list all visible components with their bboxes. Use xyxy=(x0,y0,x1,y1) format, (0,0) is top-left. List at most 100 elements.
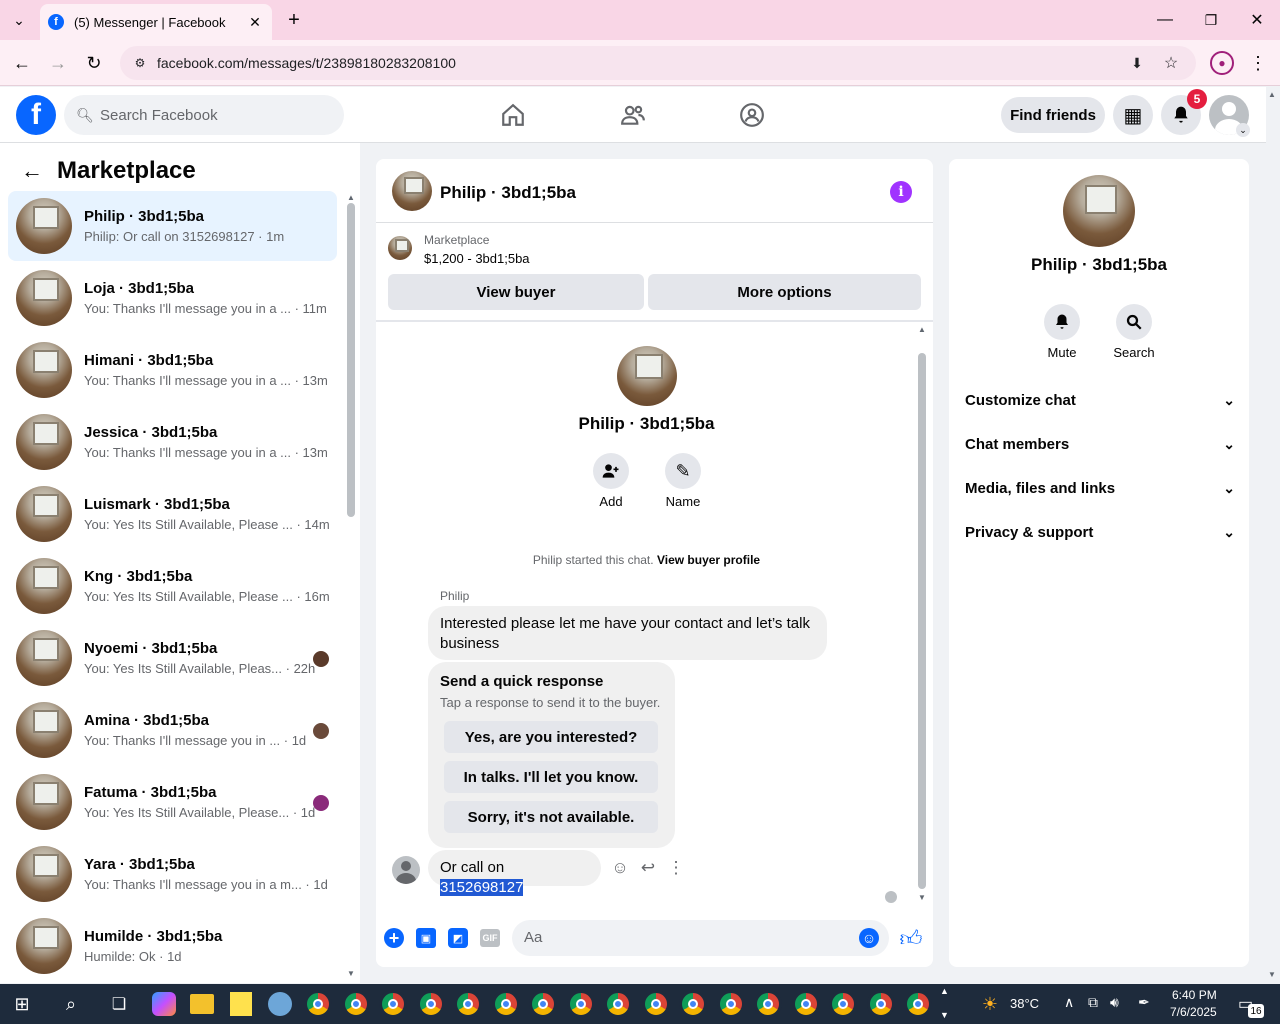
quick-response-in-talks-button[interactable]: In talks. I'll let you know. xyxy=(444,761,658,793)
sender-avatar[interactable] xyxy=(392,856,420,884)
home-nav-icon[interactable] xyxy=(496,99,530,131)
quick-response-yes-button[interactable]: Yes, are you interested? xyxy=(444,721,658,753)
close-tab-icon[interactable]: ✕ xyxy=(246,13,264,31)
page-scroll-up-icon[interactable]: ▲ xyxy=(1268,90,1276,99)
chat-avatar[interactable] xyxy=(392,171,432,211)
notifications-button[interactable]: 5 xyxy=(1161,89,1207,135)
customize-chat-row[interactable]: Customize chat ⌄ xyxy=(965,378,1235,422)
task-view-icon[interactable]: ❏ xyxy=(108,993,130,1015)
copilot-icon[interactable] xyxy=(152,992,176,1016)
conversation-item[interactable]: Nyoemi · 3bd1;5ba You: Yes Its Still Avai… xyxy=(8,623,337,693)
chrome-window-icon[interactable] xyxy=(829,990,857,1018)
conversation-item[interactable]: Jessica · 3bd1;5ba You: Thanks I'll messa… xyxy=(8,407,337,477)
browser-tab[interactable]: f (5) Messenger | Facebook ✕ xyxy=(40,4,272,40)
volume-icon[interactable]: 🔊︎ xyxy=(1110,994,1119,1011)
conversation-item[interactable]: Luismark · 3bd1;5ba You: Yes Its Still Av… xyxy=(8,479,337,549)
chrome-window-icon[interactable] xyxy=(791,990,820,1018)
forward-arrow-icon[interactable]: → xyxy=(46,51,70,75)
bookmark-star-icon[interactable]: ☆ xyxy=(1162,54,1180,72)
menu-grid-button[interactable]: ▦ xyxy=(1113,95,1153,135)
chat-scrollbar[interactable] xyxy=(918,353,926,889)
reload-icon[interactable]: ↻ xyxy=(82,51,106,75)
media-files-links-row[interactable]: Media, files and links ⌄ xyxy=(965,466,1235,510)
thumbs-up-icon[interactable]: 👍︎ xyxy=(898,926,924,951)
conversation-item[interactable]: Yara · 3bd1;5ba You: Thanks I'll message … xyxy=(8,839,337,909)
view-buyer-profile-link[interactable]: View buyer profile xyxy=(657,553,760,567)
chat-title[interactable]: Philip · 3bd1;5ba xyxy=(440,183,576,203)
attach-photo-icon[interactable]: ▣ xyxy=(416,928,436,948)
details-avatar[interactable] xyxy=(1063,175,1135,247)
chrome-window-icon[interactable] xyxy=(866,990,895,1018)
chat-members-row[interactable]: Chat members ⌄ xyxy=(965,422,1235,466)
chat-scroll-down-icon[interactable]: ▼ xyxy=(918,893,926,902)
clock-time[interactable]: 6:40 PM xyxy=(1172,988,1217,1002)
reply-arrow-icon[interactable]: ↩ xyxy=(638,858,658,878)
conversation-item[interactable]: Fatuma · 3bd1;5ba You: Yes Its Still Avai… xyxy=(8,767,337,837)
scroll-down-icon[interactable]: ▼ xyxy=(347,969,355,978)
back-arrow-icon[interactable]: ← xyxy=(10,51,34,75)
pen-icon[interactable]: ✒ xyxy=(1138,994,1150,1011)
chrome-window-icon[interactable] xyxy=(341,990,370,1018)
chrome-window-icon[interactable] xyxy=(641,990,670,1018)
conversation-item[interactable]: Kng · 3bd1;5ba You: Yes Its Still Availab… xyxy=(8,551,337,621)
taskbar-scroll-up-icon[interactable]: ▲ xyxy=(940,986,949,996)
search-facebook-input[interactable]: 🔍︎ Search Facebook xyxy=(64,95,344,135)
sticker-icon[interactable]: ◩ xyxy=(448,928,468,948)
profile-icon[interactable]: ● xyxy=(1210,51,1234,75)
taskbar-search-icon[interactable]: ⌕ xyxy=(60,993,82,1015)
sticky-notes-icon[interactable] xyxy=(230,992,252,1016)
conversation-item[interactable]: Loja · 3bd1;5ba You: Thanks I'll message … xyxy=(8,263,337,333)
react-emoji-icon[interactable]: ☺ xyxy=(610,858,630,878)
chrome-window-icon[interactable] xyxy=(716,990,745,1018)
network-icon[interactable]: ⧉ xyxy=(1088,994,1098,1011)
browser-menu-icon[interactable]: ⋮ xyxy=(1248,51,1268,75)
page-scroll-down-icon[interactable]: ▼ xyxy=(1268,970,1276,979)
chrome-window-icon[interactable] xyxy=(379,990,407,1018)
chrome-window-icon[interactable] xyxy=(529,990,557,1018)
paint-icon[interactable] xyxy=(268,992,292,1016)
more-options-button[interactable]: More options xyxy=(648,274,921,310)
groups-nav-icon[interactable] xyxy=(735,99,769,131)
profile-avatar[interactable] xyxy=(617,346,677,406)
back-arrow-icon[interactable]: ← xyxy=(20,158,44,183)
mute-button[interactable] xyxy=(1044,304,1080,340)
message-bubble-phone[interactable]: Or call on 3152698127 xyxy=(428,850,601,896)
chrome-window-icon[interactable] xyxy=(679,990,707,1018)
restore-icon[interactable]: ❐ xyxy=(1198,8,1224,32)
temperature[interactable]: 38°C xyxy=(1010,996,1039,1011)
privacy-support-row[interactable]: Privacy & support ⌄ xyxy=(965,510,1235,554)
chrome-window-icon[interactable] xyxy=(416,990,445,1018)
view-buyer-button[interactable]: View buyer xyxy=(388,274,644,310)
taskbar-scroll-down-icon[interactable]: ▼ xyxy=(940,1010,949,1020)
address-bar[interactable]: ⚙ facebook.com/messages/t/23898180283208… xyxy=(120,46,1196,80)
chrome-window-icon[interactable] xyxy=(304,990,332,1018)
minimize-icon[interactable]: — xyxy=(1152,8,1178,32)
chrome-window-icon[interactable] xyxy=(454,990,482,1018)
more-actions-icon[interactable]: ⋮ xyxy=(666,858,686,878)
find-friends-button[interactable]: Find friends xyxy=(1001,97,1105,133)
file-explorer-icon[interactable] xyxy=(190,994,214,1014)
friends-nav-icon[interactable] xyxy=(616,99,650,131)
message-composer-input[interactable]: Aa ☺ xyxy=(512,920,889,956)
account-chevron-icon[interactable]: ⌄ xyxy=(1236,123,1250,137)
chrome-window-icon[interactable] xyxy=(904,990,932,1018)
chrome-window-icon[interactable] xyxy=(754,990,782,1018)
install-app-icon[interactable]: ⬇ xyxy=(1128,54,1146,72)
message-bubble[interactable]: Interested please let me have your conta… xyxy=(428,606,827,660)
chat-scroll-up-icon[interactable]: ▲ xyxy=(918,325,926,334)
conversation-item[interactable]: Himani · 3bd1;5ba You: Thanks I'll messag… xyxy=(8,335,337,405)
name-button[interactable]: ✎ xyxy=(665,453,701,489)
listing-thumbnail[interactable] xyxy=(388,236,412,260)
add-button[interactable] xyxy=(593,453,629,489)
show-hidden-icons-chevron-icon[interactable]: ∧ xyxy=(1064,994,1074,1011)
tab-search-chevron-icon[interactable]: ⌄ xyxy=(6,8,32,32)
info-icon[interactable]: i xyxy=(890,181,912,203)
weather-icon[interactable]: ☀ xyxy=(978,992,1002,1016)
more-actions-plus-icon[interactable]: + xyxy=(384,928,404,948)
search-in-chat-button[interactable] xyxy=(1116,304,1152,340)
conversation-item[interactable]: Amina · 3bd1;5ba You: Thanks I'll message… xyxy=(8,695,337,765)
close-window-icon[interactable]: ✕ xyxy=(1244,8,1270,32)
chrome-window-icon[interactable] xyxy=(566,990,595,1018)
clock-date[interactable]: 7/6/2025 xyxy=(1170,1005,1217,1019)
sidebar-scrollbar[interactable] xyxy=(347,203,355,517)
